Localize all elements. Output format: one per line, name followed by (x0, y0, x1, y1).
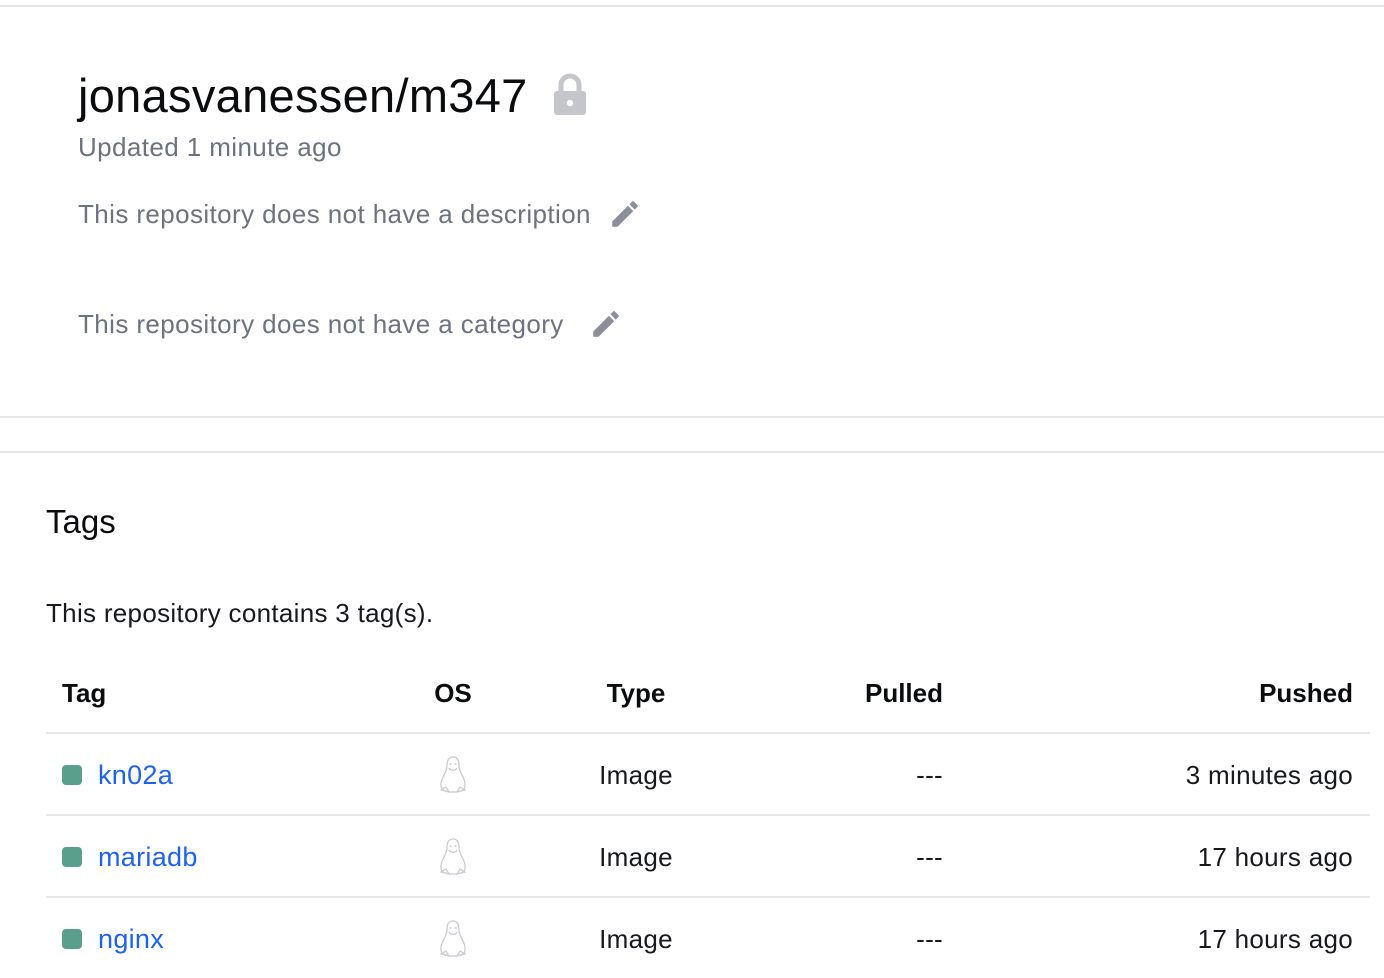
category-text: This repository does not have a category (78, 308, 564, 339)
column-header-pulled[interactable]: Pulled (806, 652, 943, 734)
pushed-cell: 17 hours ago (1046, 816, 1353, 898)
tag-link[interactable]: mariadb (98, 842, 198, 873)
tag-status-indicator (62, 929, 82, 949)
type-cell: Image (566, 898, 706, 978)
description-text: This repository does not have a descript… (78, 198, 591, 229)
updated-timestamp: Updated 1 minute ago (78, 132, 342, 162)
pulled-cell: --- (806, 734, 943, 816)
type-cell: Image (566, 734, 706, 816)
column-header-os: OS (434, 677, 472, 708)
pushed-text: 17 hours ago (1197, 841, 1353, 872)
edit-description-button[interactable] (607, 196, 643, 232)
column-header-type: Type (606, 677, 666, 708)
tag-cell: nginx (62, 898, 164, 978)
pushed-text: 3 minutes ago (1185, 759, 1353, 790)
tag-link[interactable]: kn02a (98, 760, 173, 791)
repo-title-row: jonasvanessen/m347 (78, 65, 588, 125)
description-row: This repository does not have a descript… (78, 196, 643, 232)
edit-category-button[interactable] (588, 306, 624, 342)
pushed-cell: 3 minutes ago (1046, 734, 1353, 816)
pushed-cell: 17 hours ago (1046, 898, 1353, 978)
column-header-pushed[interactable]: Pushed (1046, 652, 1353, 734)
pencil-icon (592, 311, 619, 337)
tags-heading: Tags (46, 503, 116, 540)
table-row: mariadb Image --- 17 hours ago (46, 816, 1370, 898)
tags-table: Tag OS Type Pulled Pushed kn02a Image --… (46, 652, 1370, 978)
table-header-row: Tag OS Type Pulled Pushed (46, 652, 1370, 734)
linux-icon (439, 838, 467, 875)
type-text: Image (599, 841, 673, 872)
pushed-text: 17 hours ago (1197, 923, 1353, 954)
pulled-text: --- (916, 759, 943, 790)
tag-status-indicator (62, 847, 82, 867)
tag-status-indicator (62, 765, 82, 785)
os-cell (416, 816, 490, 898)
repo-title: jonasvanessen/m347 (78, 68, 528, 122)
column-header-tag[interactable]: Tag (62, 652, 106, 734)
tags-count-text: This repository contains 3 tag(s). (46, 598, 434, 628)
linux-icon (439, 756, 467, 793)
tag-link[interactable]: nginx (98, 924, 164, 955)
section-gap (0, 418, 1384, 451)
pulled-text: --- (916, 923, 943, 954)
category-row: This repository does not have a category (78, 306, 624, 342)
table-row: kn02a Image --- 3 minutes ago (46, 734, 1370, 816)
os-cell (416, 734, 490, 816)
os-cell (416, 898, 490, 978)
table-row: nginx Image --- 17 hours ago (46, 898, 1370, 978)
linux-icon (439, 920, 467, 957)
pencil-icon (612, 201, 638, 227)
tag-cell: kn02a (62, 734, 173, 816)
lock-icon (552, 73, 588, 117)
tag-cell: mariadb (62, 816, 198, 898)
pulled-cell: --- (806, 898, 943, 978)
pulled-text: --- (916, 841, 943, 872)
section-divider (0, 451, 1384, 453)
type-text: Image (599, 759, 673, 790)
pulled-cell: --- (806, 816, 943, 898)
type-cell: Image (566, 816, 706, 898)
type-text: Image (599, 923, 673, 954)
